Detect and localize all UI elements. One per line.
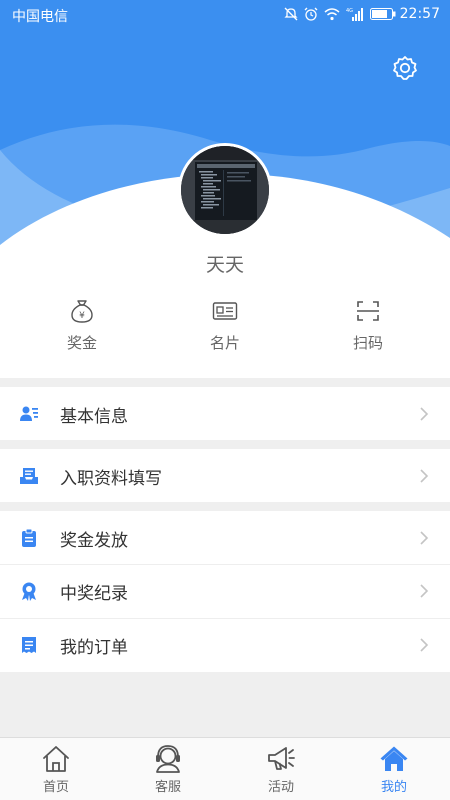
menu-item-label: 中奖纪录 — [60, 584, 128, 604]
menu-item-label: 入职资料填写 — [60, 469, 162, 489]
menu-item-basic-info[interactable]: 基本信息 — [0, 387, 450, 440]
menu-item-onboarding[interactable]: 入职资料填写 — [0, 449, 450, 502]
bottom-tab-bar: 首页 客服 活动 我的 — [0, 737, 450, 800]
divider — [0, 564, 450, 565]
chevron-right-icon — [420, 407, 429, 421]
id-card-icon — [212, 302, 238, 320]
megaphone-icon — [268, 747, 295, 770]
menu-item-bonus-payout[interactable]: 奖金发放 — [0, 511, 450, 564]
menu-item-label: 我的订单 — [60, 638, 128, 658]
menu-group-onboarding: 入职资料填写 — [0, 449, 450, 502]
inbox-tray-icon — [20, 468, 38, 484]
status-time: 22:57 — [399, 6, 440, 22]
divider — [0, 618, 450, 619]
settings-gear-icon[interactable] — [391, 54, 419, 82]
battery-icon — [370, 8, 396, 20]
award-ribbon-icon — [22, 582, 36, 601]
profile-header: 中国电信 4G 22:57 天天 ¥ 奖金 名片 扫码 — [0, 0, 450, 378]
tab-label: 客服 — [154, 780, 181, 795]
menu-item-label: 基本信息 — [60, 407, 128, 427]
mute-icon — [284, 7, 298, 21]
home-filled-icon — [380, 746, 408, 771]
svg-text:¥: ¥ — [79, 311, 85, 321]
clipboard-icon — [22, 528, 36, 547]
scan-icon — [357, 301, 379, 321]
status-bar: 中国电信 4G 22:57 — [0, 0, 450, 28]
user-list-icon — [20, 406, 38, 421]
quick-action-card[interactable]: 名片 — [180, 298, 270, 358]
menu-item-my-orders[interactable]: 我的订单 — [0, 618, 450, 672]
tab-customer-service[interactable]: 客服 — [112, 738, 224, 800]
quick-action-label: 扫码 — [352, 334, 383, 352]
avatar-photo — [181, 146, 269, 234]
menu-group-profile: 基本信息 — [0, 387, 450, 440]
home-icon — [43, 746, 69, 772]
menu-item-label: 奖金发放 — [60, 531, 128, 551]
username: 天天 — [205, 254, 244, 276]
carrier-name: 中国电信 — [12, 9, 68, 25]
chevron-right-icon — [420, 469, 429, 483]
tab-home[interactable]: 首页 — [0, 738, 112, 800]
tab-label: 我的 — [380, 780, 407, 795]
menu-group-rewards: 奖金发放 中奖纪录 我的订单 — [0, 511, 450, 672]
chevron-right-icon — [420, 638, 429, 652]
quick-actions: ¥ 奖金 名片 扫码 — [0, 298, 450, 358]
tab-mine[interactable]: 我的 — [338, 738, 450, 800]
menu-item-prize-record[interactable]: 中奖纪录 — [0, 564, 450, 618]
quick-action-scan[interactable]: 扫码 — [323, 298, 413, 358]
svg-text:4G: 4G — [346, 8, 353, 14]
alarm-icon — [304, 7, 318, 21]
signal-icon: 4G — [346, 8, 363, 21]
quick-action-bonus[interactable]: ¥ 奖金 — [37, 298, 127, 358]
wifi-icon — [324, 8, 340, 21]
money-bag-icon: ¥ — [71, 300, 93, 323]
tab-activity[interactable]: 活动 — [225, 738, 337, 800]
receipt-icon — [22, 637, 36, 653]
quick-action-label: 名片 — [209, 334, 240, 352]
customer-service-icon — [156, 745, 180, 773]
tab-label: 首页 — [42, 780, 69, 795]
chevron-right-icon — [420, 584, 429, 598]
chevron-right-icon — [420, 531, 429, 545]
tab-label: 活动 — [267, 780, 294, 795]
quick-action-label: 奖金 — [66, 334, 97, 352]
avatar[interactable] — [178, 143, 272, 237]
